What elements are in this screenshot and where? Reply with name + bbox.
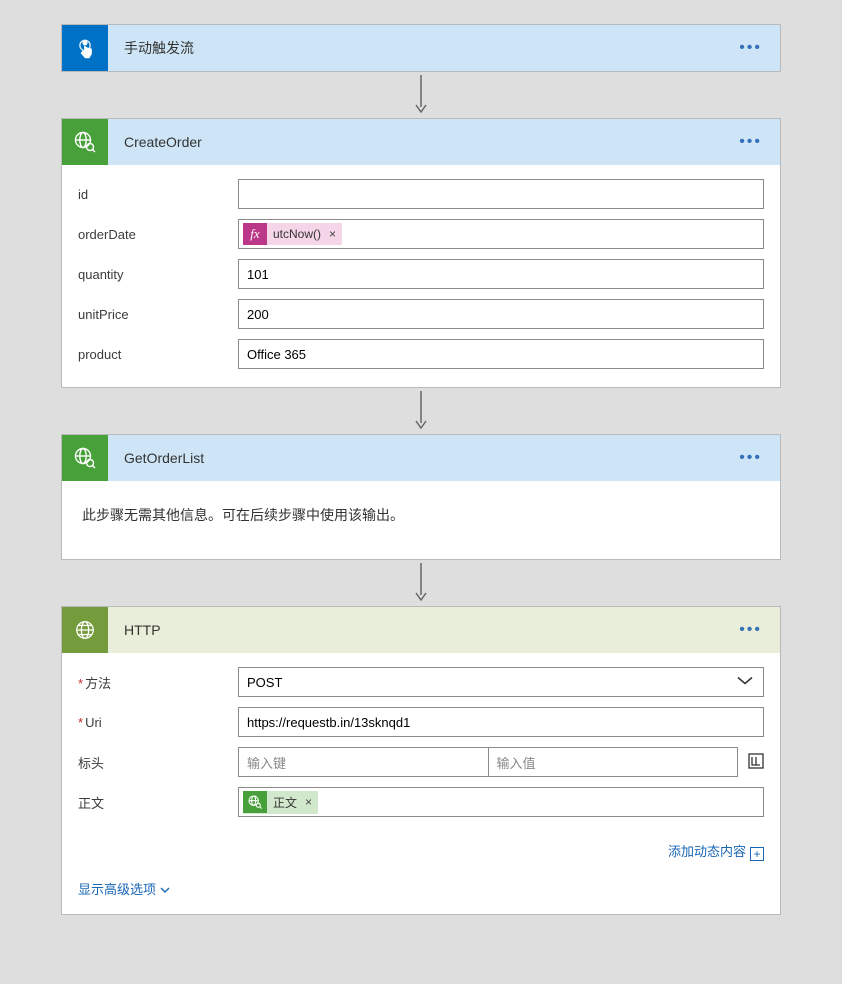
step-menu-button[interactable]: •••: [739, 449, 780, 467]
plus-icon: +: [750, 847, 764, 861]
step-body: 方法 Uri 标头 输入键 输入值: [62, 653, 780, 835]
step-menu-button[interactable]: •••: [739, 39, 780, 57]
touch-icon: [62, 25, 108, 71]
step-info-text: 此步骤无需其他信息。可在后续步骤中使用该输出。: [62, 481, 780, 559]
quantity-input[interactable]: [238, 259, 764, 289]
remove-token-button[interactable]: ×: [327, 227, 342, 241]
step-http: HTTP ••• 方法 Uri 标头 输入键: [61, 606, 781, 915]
step-title: HTTP: [108, 622, 739, 638]
header-key-input[interactable]: 输入键: [238, 747, 489, 777]
field-label-unitprice: unitPrice: [78, 307, 238, 322]
connector-arrow: [61, 72, 781, 118]
field-label-body: 正文: [78, 793, 238, 812]
method-select[interactable]: [238, 667, 764, 697]
step-menu-button[interactable]: •••: [739, 133, 780, 151]
step-get-order-list: GetOrderList ••• 此步骤无需其他信息。可在后续步骤中使用该输出。: [61, 434, 781, 560]
field-label-quantity: quantity: [78, 267, 238, 282]
orderdate-input[interactable]: fx utcNow() ×: [238, 219, 764, 249]
id-input[interactable]: [238, 179, 764, 209]
connector-arrow: [61, 388, 781, 434]
add-dynamic-content-row: 添加动态内容+: [62, 835, 780, 861]
add-dynamic-content-link[interactable]: 添加动态内容+: [668, 844, 764, 859]
header-value-input[interactable]: 输入值: [489, 747, 739, 777]
chevron-down-icon: [160, 882, 170, 897]
globe-search-icon: [243, 791, 267, 813]
globe-search-icon: [62, 435, 108, 481]
connector-arrow: [61, 560, 781, 606]
step-header[interactable]: CreateOrder •••: [62, 119, 780, 165]
field-label-orderdate: orderDate: [78, 227, 238, 242]
field-label-id: id: [78, 187, 238, 202]
field-label-headers: 标头: [78, 753, 238, 772]
product-input[interactable]: [238, 339, 764, 369]
show-advanced-options-link[interactable]: 显示高级选项: [78, 882, 170, 897]
step-header[interactable]: HTTP •••: [62, 607, 780, 653]
fx-icon: fx: [243, 223, 267, 245]
body-input[interactable]: 正文 ×: [238, 787, 764, 817]
field-label-uri: Uri: [78, 715, 238, 730]
step-body: id orderDate fx utcNow() × quantity: [62, 165, 780, 387]
step-menu-button[interactable]: •••: [739, 621, 780, 639]
globe-search-icon: [62, 119, 108, 165]
remove-token-button[interactable]: ×: [303, 795, 318, 809]
step-create-order: CreateOrder ••• id orderDate fx utcNow()…: [61, 118, 781, 388]
dynamic-content-token[interactable]: 正文 ×: [243, 791, 318, 814]
field-label-product: product: [78, 347, 238, 362]
switch-mode-button[interactable]: [748, 753, 764, 772]
expression-token[interactable]: fx utcNow() ×: [243, 223, 342, 245]
step-manual-trigger: 手动触发流 •••: [61, 24, 781, 72]
step-title: CreateOrder: [108, 134, 739, 150]
uri-input[interactable]: [238, 707, 764, 737]
step-title: GetOrderList: [108, 450, 739, 466]
globe-icon: [62, 607, 108, 653]
unitprice-input[interactable]: [238, 299, 764, 329]
field-label-method: 方法: [78, 673, 238, 692]
step-header[interactable]: GetOrderList •••: [62, 435, 780, 481]
step-title: 手动触发流: [108, 38, 739, 58]
step-header[interactable]: 手动触发流 •••: [62, 25, 780, 71]
